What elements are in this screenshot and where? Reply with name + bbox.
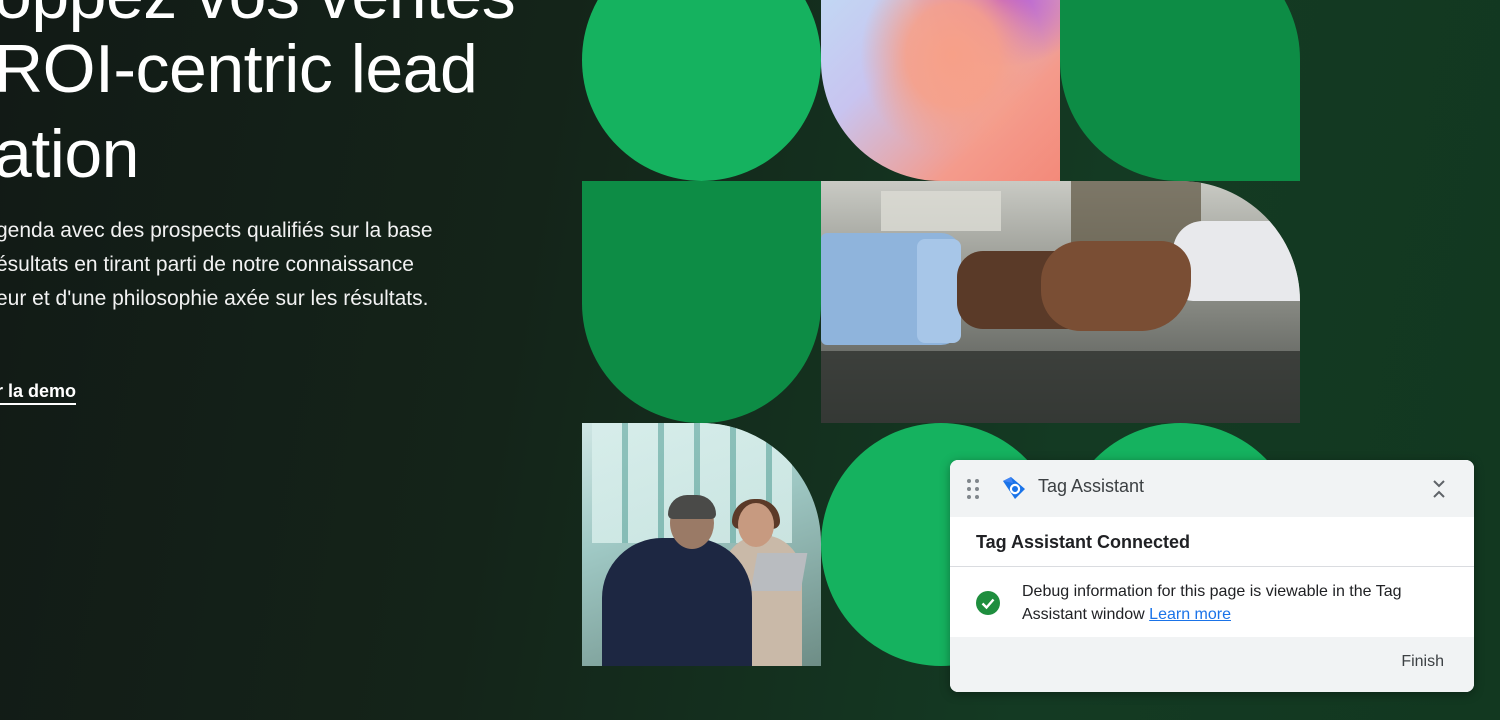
- tag-assistant-logo-icon: [1001, 475, 1027, 501]
- tag-assistant-panel: Tag Assistant Tag Assistant Connected De…: [950, 460, 1474, 692]
- hero-description: genda avec des prospects qualifiés sur l…: [0, 214, 433, 316]
- connection-status-heading: Tag Assistant Connected: [976, 532, 1191, 552]
- tag-assistant-title: Tag Assistant: [1038, 476, 1145, 496]
- finish-button[interactable]: Finish: [1401, 653, 1444, 671]
- hero-description-line-2: ésultats en tirant parti de notre connai…: [0, 253, 414, 276]
- learn-more-link[interactable]: Learn more: [1149, 606, 1231, 623]
- collapse-icon[interactable]: [1427, 477, 1451, 501]
- hero-section: oppez vos ventes ROI-centric lead ation …: [0, 0, 560, 720]
- divider: [950, 566, 1474, 567]
- gradient-art-tile: [821, 0, 1060, 181]
- handshake-photo: [821, 181, 1300, 423]
- meeting-photo: [582, 423, 821, 666]
- debug-message: Debug information for this page is viewa…: [1022, 580, 1452, 626]
- tag-assistant-footer: Finish: [950, 637, 1474, 692]
- demo-link[interactable]: r la demo: [0, 380, 77, 405]
- drag-handle-icon[interactable]: [967, 479, 979, 499]
- green-circle-tile: [582, 0, 821, 181]
- hero-description-line-3: eur et d'une philosophie axée sur les ré…: [0, 287, 429, 310]
- check-circle-icon: [976, 591, 1000, 615]
- green-arch-tile: [582, 181, 821, 423]
- headline-line-2: ROI-centric lead: [0, 31, 478, 107]
- green-leaf-tile: [1060, 0, 1300, 181]
- hero-description-line-1: genda avec des prospects qualifiés sur l…: [0, 219, 433, 242]
- headline-line-3: ation: [0, 116, 139, 192]
- tag-assistant-header: Tag Assistant: [950, 460, 1474, 517]
